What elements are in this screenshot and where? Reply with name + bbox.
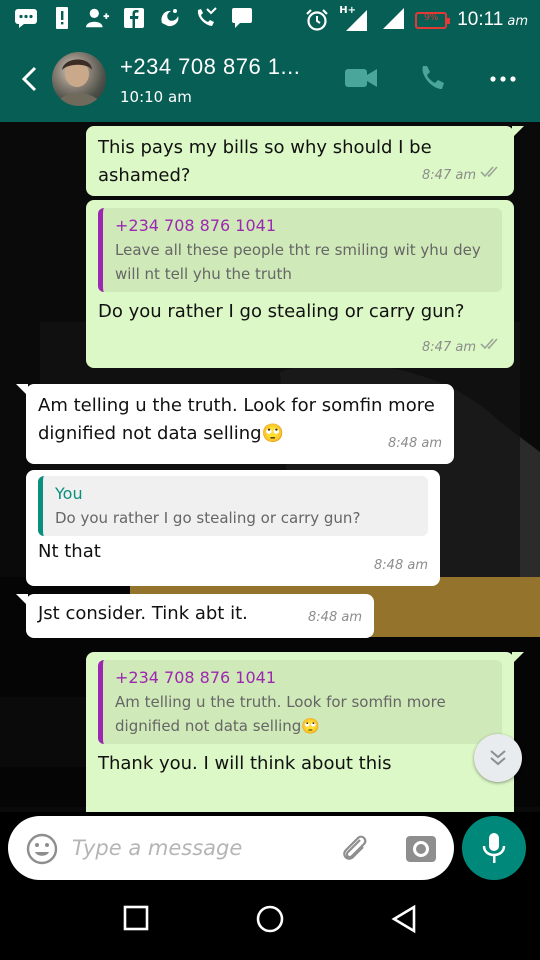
quoted-author: +234 708 876 1041	[115, 216, 276, 235]
message-bubble-outgoing[interactable]: +234 708 876 1041 Leave all these people…	[86, 200, 514, 368]
add-person-icon	[86, 6, 110, 30]
quoted-message[interactable]: +234 708 876 1041 Leave all these people…	[98, 208, 502, 292]
signal-icon	[379, 6, 405, 34]
avatar[interactable]	[52, 52, 106, 106]
eye-roll-emoji-icon: 🙄	[301, 717, 321, 735]
read-receipt-icon	[480, 334, 502, 362]
message-input[interactable]: Type a message	[8, 816, 454, 880]
mic-button[interactable]	[462, 816, 526, 880]
message-bubble-outgoing[interactable]: This pays my bills so why should I be as…	[86, 126, 524, 196]
camera-icon[interactable]	[404, 832, 438, 868]
message-text: Am telling u the truth. Look for somfin …	[38, 395, 435, 444]
message-text: Nt that	[38, 541, 101, 562]
uc-browser-icon	[158, 6, 182, 30]
attach-icon[interactable]	[338, 832, 372, 870]
home-icon[interactable]	[255, 904, 285, 938]
mic-icon	[482, 833, 506, 863]
battery-level: 9%	[424, 12, 439, 23]
back-arrow-icon[interactable]	[18, 64, 42, 98]
recent-apps-icon[interactable]	[122, 904, 150, 936]
message-icon	[14, 6, 38, 30]
missed-call-icon	[194, 6, 218, 30]
quoted-message[interactable]: You Do you rather I go stealing or carry…	[38, 476, 428, 536]
phone-icon[interactable]	[418, 64, 446, 96]
emoji-icon[interactable]	[26, 833, 58, 869]
alert-icon	[50, 6, 74, 30]
scroll-to-bottom-button[interactable]	[474, 734, 522, 782]
message-time: 8:48 am	[388, 436, 442, 451]
quoted-message[interactable]: +234 708 876 1041 Am telling u the truth…	[98, 660, 502, 744]
status-bar: H+ 9% 10:11 am	[0, 0, 540, 38]
quoted-author: +234 708 876 1041	[115, 668, 276, 687]
quoted-text: Do you rather I go stealing or carry gun…	[55, 509, 361, 527]
compose-bar: Type a message	[0, 812, 540, 884]
chevron-down-icon	[490, 750, 506, 766]
message-time: 8:48 am	[308, 610, 362, 625]
battery-icon: 9%	[415, 11, 451, 29]
message-text: Do you rather I go stealing or carry gun…	[98, 301, 465, 322]
bubble-tail	[512, 126, 524, 138]
message-bubble-outgoing[interactable]: +234 708 876 1041 Am telling u the truth…	[86, 652, 524, 812]
last-seen: 10:10 am	[120, 88, 192, 106]
bubble-tail	[16, 594, 28, 606]
bubble-tail	[16, 384, 28, 396]
contact-name[interactable]: +234 708 876 1...	[120, 54, 300, 80]
message-time: 8:47 am	[422, 340, 476, 355]
chat-icon	[230, 6, 254, 30]
clock-ampm: am	[507, 14, 528, 29]
facebook-icon	[122, 6, 146, 30]
message-bubble-incoming[interactable]: Am telling u the truth. Look for somfin …	[16, 384, 454, 464]
more-options-icon[interactable]	[490, 68, 516, 94]
read-receipt-icon	[480, 162, 502, 190]
message-bubble-incoming[interactable]: Jst consider. Tink abt it. 8:48 am	[16, 594, 374, 638]
eye-roll-emoji-icon: 🙄	[261, 423, 284, 444]
quoted-text: Am telling u the truth. Look for somfin …	[115, 693, 446, 735]
input-placeholder: Type a message	[72, 836, 243, 860]
message-bubble-incoming[interactable]: You Do you rather I go stealing or carry…	[26, 470, 440, 586]
back-icon[interactable]	[390, 904, 418, 938]
signal-icon: H+	[339, 5, 369, 32]
video-call-icon[interactable]	[344, 64, 378, 96]
message-list[interactable]: This pays my bills so why should I be as…	[0, 122, 540, 812]
chat-header: +234 708 876 1... 10:10 am	[0, 38, 540, 122]
alarm-icon	[305, 8, 329, 32]
system-nav-bar	[0, 884, 540, 960]
message-time: 8:48 am	[374, 558, 428, 573]
quoted-author: You	[55, 484, 83, 503]
bubble-tail	[512, 652, 524, 664]
quoted-text: Leave all these people tht re smiling wi…	[115, 241, 481, 283]
message-time: 8:47 am	[422, 168, 476, 183]
clock-time: 10:11	[457, 9, 504, 30]
message-text: Thank you. I will think about this	[98, 753, 392, 774]
